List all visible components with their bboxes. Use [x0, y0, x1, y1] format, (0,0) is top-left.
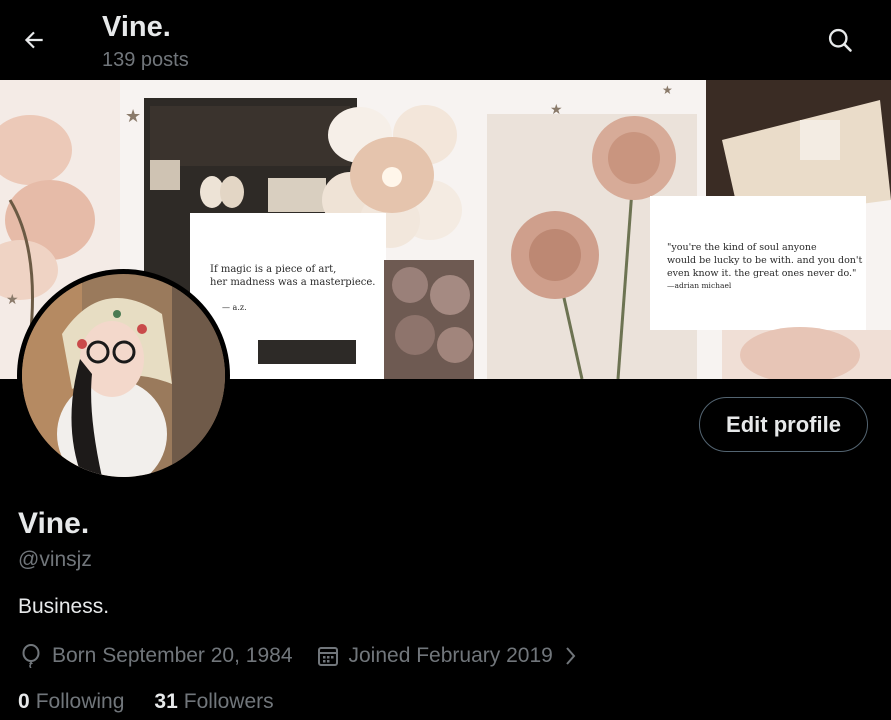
svg-text:★: ★	[550, 102, 563, 118]
birthday-item: Born September 20, 1984	[18, 643, 293, 669]
bio: Business.	[18, 595, 110, 618]
back-button[interactable]	[14, 20, 54, 60]
banner-quote-left-line1: If magic is a piece of art,	[210, 264, 336, 275]
edit-profile-button[interactable]: Edit profile	[699, 397, 868, 452]
avatar[interactable]	[17, 269, 230, 482]
following-link[interactable]: 0 Following	[18, 690, 124, 714]
banner-quote-right-line2: would be lucky to be with. and you don't	[667, 255, 863, 266]
search-button[interactable]	[820, 20, 860, 60]
following-label: Following	[35, 690, 125, 713]
joined-text: Joined February 2019	[348, 644, 553, 667]
balloon-icon	[18, 643, 44, 669]
svg-text:★: ★	[662, 83, 673, 97]
search-icon	[828, 28, 852, 52]
follow-stats: 0 Following 31 Followers	[18, 690, 274, 714]
header-title-block: Vine. 139 posts	[102, 10, 189, 72]
followers-label: Followers	[183, 690, 274, 713]
user-handle: @vinsjz	[18, 548, 92, 571]
banner-quote-left-line2: her madness was a masterpiece.	[210, 277, 375, 288]
header-title: Vine.	[102, 11, 171, 43]
banner-quote-right-line1: "you're the kind of soul anyone	[667, 242, 817, 253]
profile-header: Vine. 139 posts	[0, 0, 891, 80]
banner-quote-right-author: —adrian michael	[667, 281, 732, 290]
svg-text:★: ★	[6, 292, 19, 308]
calendar-icon	[315, 643, 341, 669]
following-count: 0	[18, 690, 30, 713]
followers-count: 31	[154, 690, 178, 713]
display-name: Vine.	[18, 507, 90, 540]
svg-text:★: ★	[125, 106, 141, 127]
profile-meta: Born September 20, 1984 Joined February …	[18, 641, 583, 671]
joined-item[interactable]: Joined February 2019	[315, 643, 583, 669]
post-count: 139 posts	[102, 49, 189, 71]
birthday-text: Born September 20, 1984	[52, 644, 293, 667]
followers-link[interactable]: 31 Followers	[154, 690, 273, 714]
banner-quote-right-line3: even know it. the great ones never do."	[667, 268, 856, 279]
banner-quote-left-author: — a.z.	[222, 303, 247, 312]
arrow-left-icon	[24, 31, 43, 49]
chevron-right-icon	[557, 643, 583, 669]
avatar-photo	[22, 274, 225, 477]
